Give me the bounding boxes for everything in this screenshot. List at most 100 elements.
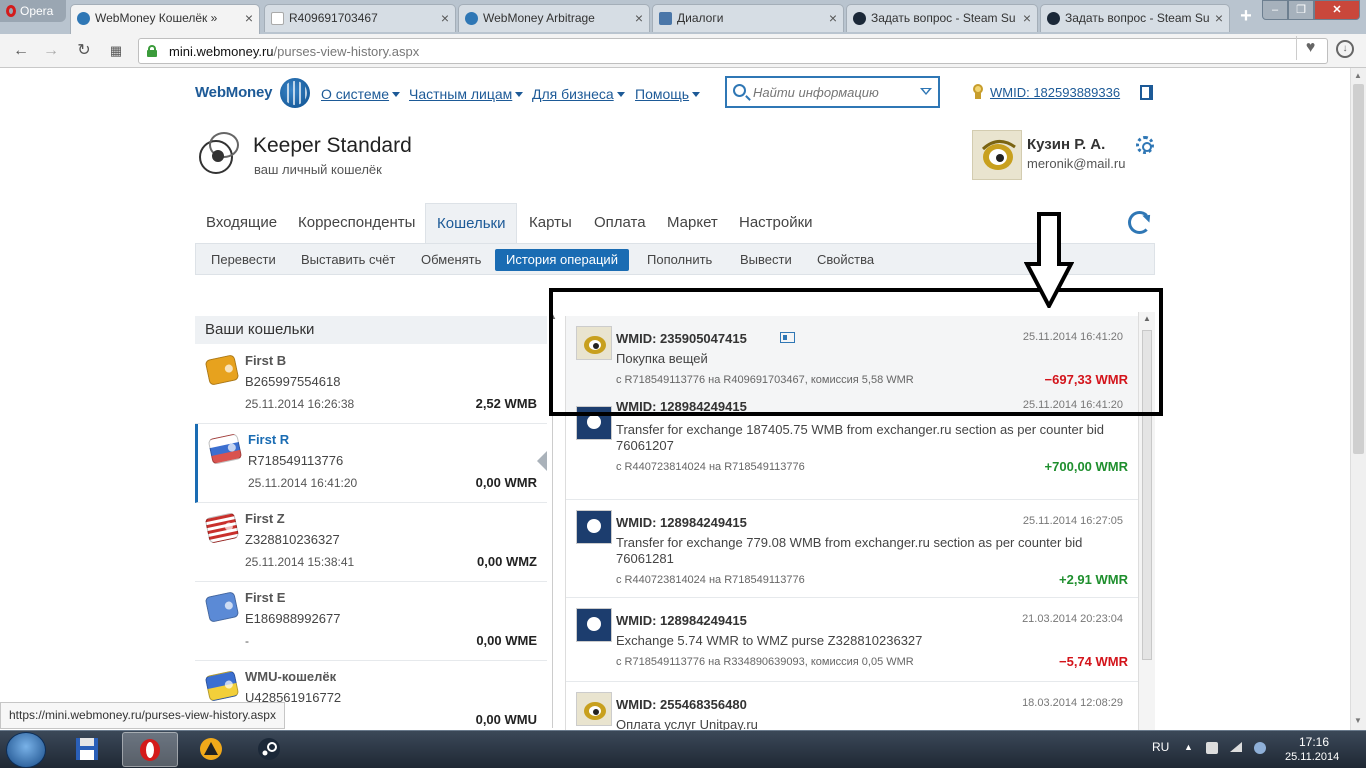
tab-market[interactable]: Маркет: [656, 203, 729, 243]
floppy-disk-icon: [76, 738, 98, 760]
tab-purses[interactable]: Кошельки: [425, 203, 518, 243]
scrollbar-thumb[interactable]: [1353, 84, 1364, 454]
wmid-medal-icon: [972, 84, 984, 99]
menu-individuals[interactable]: Частным лицам: [409, 86, 524, 102]
user-avatar[interactable]: [972, 130, 1022, 180]
down-arrow-annotation-icon: [1024, 212, 1074, 308]
chevron-down-icon: [692, 92, 701, 97]
tab-incoming[interactable]: Входящие: [195, 203, 288, 243]
keeper-logo-icon: [195, 128, 243, 176]
tray-app-icon[interactable]: [1206, 742, 1218, 754]
clock-date[interactable]: 25.11.2014: [1285, 751, 1339, 763]
wallet-icon: [204, 512, 240, 544]
close-tab-icon[interactable]: ×: [441, 5, 449, 31]
browser-tab-bar: Opera WebMoney Кошелёк » × R409691703467…: [0, 0, 1366, 34]
forward-arrow-icon[interactable]: →: [40, 40, 62, 62]
steam-logo-icon: [258, 738, 280, 760]
taskbar-app-steam[interactable]: [242, 732, 298, 767]
tab-cards[interactable]: Карты: [518, 203, 583, 243]
close-tab-icon[interactable]: ×: [635, 5, 643, 31]
logout-icon[interactable]: [1140, 85, 1153, 100]
new-tab-button[interactable]: +: [1235, 5, 1257, 27]
selected-purse-pointer-icon: [537, 451, 547, 471]
page-favicon-icon: [271, 12, 284, 25]
wmid-link[interactable]: WMID: 182593889336: [990, 85, 1120, 100]
page-scrollbar[interactable]: ▲ ▼: [1350, 68, 1366, 730]
purse-item[interactable]: First R R718549113776 25.11.2014 16:41:2…: [195, 424, 547, 503]
subtab-exchange[interactable]: Обменять: [410, 249, 492, 271]
chevron-down-icon: [616, 92, 625, 97]
menu-about[interactable]: О системе: [321, 86, 401, 102]
webmoney-favicon-icon: [465, 12, 478, 25]
subtab-transfer[interactable]: Перевести: [200, 249, 287, 271]
subtab-topup[interactable]: Пополнить: [636, 249, 723, 271]
webmoney-globe-icon[interactable]: [280, 78, 310, 108]
webmoney-favicon-icon: [77, 12, 90, 25]
lock-icon: [147, 45, 157, 57]
downloads-icon[interactable]: ↓: [1336, 40, 1354, 58]
settings-gear-icon[interactable]: [1136, 136, 1154, 154]
search-box: [725, 76, 940, 108]
close-tab-icon[interactable]: ×: [1215, 5, 1223, 31]
user-name[interactable]: Кузин Р. А.: [1027, 136, 1105, 153]
subtab-history[interactable]: История операций: [495, 249, 629, 271]
search-icon[interactable]: [733, 84, 746, 97]
keyboard-language[interactable]: RU: [1152, 740, 1169, 754]
close-window-button[interactable]: ✕: [1314, 0, 1360, 20]
browser-tab[interactable]: Задать вопрос - Steam Su ×: [846, 4, 1038, 32]
webmoney-logo[interactable]: WebMoney: [195, 84, 272, 101]
menu-business[interactable]: Для бизнеса: [532, 86, 625, 102]
refresh-icon[interactable]: [1128, 211, 1151, 234]
history-row[interactable]: WMID: 128984249415 25.11.2014 16:27:05 T…: [566, 500, 1140, 598]
keeper-subtitle: ваш личный кошелёк: [254, 162, 382, 177]
bookmark-heart-icon[interactable]: ♥: [1296, 36, 1324, 60]
tray-expand-icon[interactable]: ▲: [1184, 742, 1196, 754]
browser-tab[interactable]: Задать вопрос - Steam Su ×: [1040, 4, 1230, 32]
browser-tab[interactable]: Диалоги ×: [652, 4, 844, 32]
tab-payment[interactable]: Оплата: [583, 203, 657, 243]
tab-settings[interactable]: Настройки: [728, 203, 824, 243]
address-bar[interactable]: mini.webmoney.ru/purses-view-history.asp…: [138, 38, 1328, 64]
browser-tab[interactable]: R409691703467 ×: [264, 4, 456, 32]
search-dropdown-icon[interactable]: [920, 88, 932, 95]
opera-logo-icon: [6, 5, 16, 17]
taskbar-app-opera[interactable]: [122, 732, 178, 767]
close-tab-icon[interactable]: ×: [829, 5, 837, 31]
subtab-invoice[interactable]: Выставить счёт: [290, 249, 406, 271]
exchanger-avatar: [576, 510, 612, 544]
status-url-tooltip: https://mini.webmoney.ru/purses-view-his…: [0, 702, 285, 729]
taskbar-app-aimp[interactable]: [184, 732, 240, 767]
aimp-triangle-icon: [200, 738, 222, 760]
clock-time[interactable]: 17:16: [1299, 735, 1329, 749]
tab-correspondents[interactable]: Корреспонденты: [287, 203, 426, 243]
reload-icon[interactable]: ↻: [73, 40, 95, 62]
purse-item[interactable]: First E E186988992677 - 0,00 WME: [195, 582, 547, 661]
url-text[interactable]: mini.webmoney.ru/purses-view-history.asp…: [169, 44, 419, 59]
opera-menu-button[interactable]: Opera: [0, 0, 66, 22]
wallet-icon: [204, 591, 240, 623]
history-row[interactable]: WMID: 128984249415 21.03.2014 20:23:04 E…: [566, 598, 1140, 682]
close-tab-icon[interactable]: ×: [245, 5, 253, 31]
back-arrow-icon[interactable]: ←: [10, 40, 32, 62]
steam-favicon-icon: [1047, 12, 1060, 25]
purse-item[interactable]: First Z Z328810236327 25.11.2014 15:38:4…: [195, 503, 547, 582]
history-row[interactable]: WMID: 128984249415 25.11.2014 16:41:20 T…: [566, 399, 1140, 500]
history-row[interactable]: WMID: 255468356480 18.03.2014 12:08:29 О…: [566, 682, 1140, 730]
browser-tab[interactable]: WebMoney Arbitrage ×: [458, 4, 650, 32]
taskbar-app-floppy[interactable]: [60, 732, 116, 767]
maximize-button[interactable]: ❐: [1288, 0, 1314, 20]
tray-status-icon[interactable]: [1254, 742, 1266, 754]
menu-help[interactable]: Помощь: [635, 86, 701, 102]
minimize-button[interactable]: –: [1262, 0, 1288, 20]
subtab-withdraw[interactable]: Вывести: [729, 249, 803, 271]
exchanger-avatar: [576, 608, 612, 642]
search-input[interactable]: [753, 83, 918, 101]
subtab-properties[interactable]: Свойства: [806, 249, 885, 271]
windows-start-button[interactable]: [6, 732, 46, 768]
browser-tab[interactable]: WebMoney Кошелёк » ×: [70, 4, 260, 34]
purse-item[interactable]: First B B265997554618 25.11.2014 16:26:3…: [195, 345, 547, 424]
network-signal-icon[interactable]: [1230, 742, 1242, 752]
close-tab-icon[interactable]: ×: [1023, 5, 1031, 31]
speed-dial-grid-icon[interactable]: ▦: [105, 40, 127, 62]
correspondent-avatar: [576, 692, 612, 726]
